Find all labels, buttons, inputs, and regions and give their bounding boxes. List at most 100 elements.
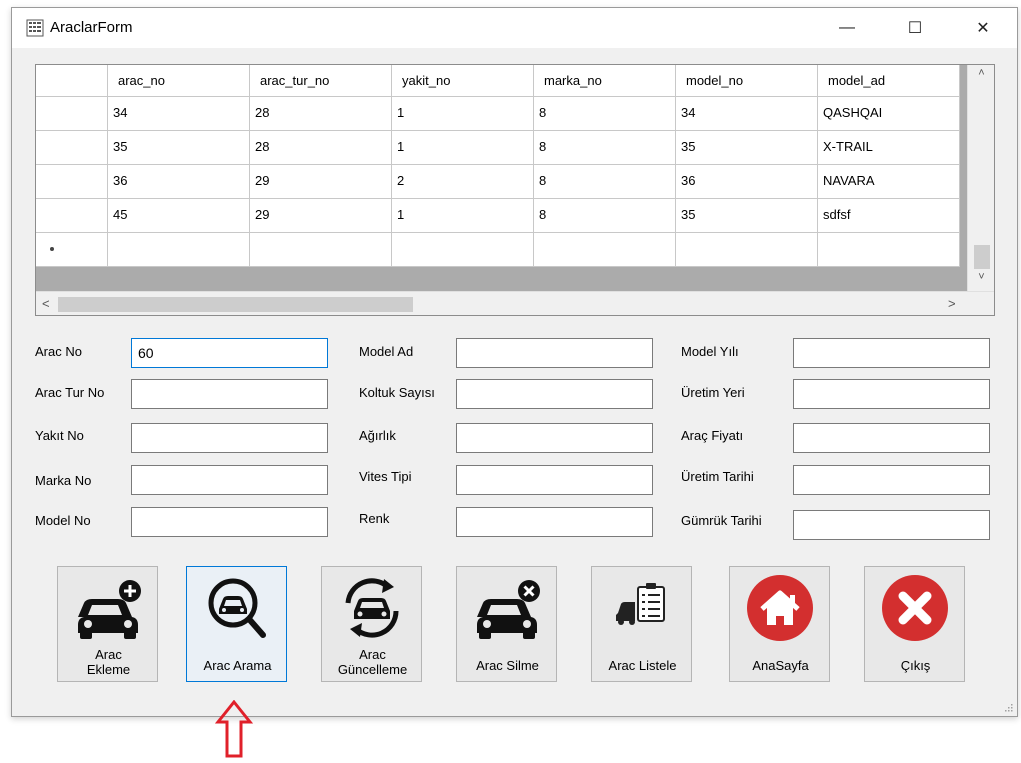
arac-silme-button[interactable]: Arac Silme xyxy=(456,566,557,682)
uretim-tarihi-input[interactable] xyxy=(793,465,990,495)
araclar-form-window: AraclarForm — ☐ ✕ arac_no arac_tur_no ya… xyxy=(11,7,1018,717)
row-header[interactable] xyxy=(36,97,108,131)
uretim-tarihi-label: Üretim Tarihi xyxy=(681,469,754,484)
car-search-icon xyxy=(208,578,266,638)
column-header[interactable]: arac_no xyxy=(108,65,250,97)
arac-fiyati-input[interactable] xyxy=(793,423,990,453)
anasayfa-button[interactable]: AnaSayfa xyxy=(729,566,830,682)
new-row[interactable] xyxy=(36,233,960,267)
table-cell[interactable] xyxy=(108,233,250,267)
vites-tipi-input[interactable] xyxy=(456,465,653,495)
table-cell[interactable]: 1 xyxy=(392,199,534,233)
table-cell[interactable]: 34 xyxy=(108,97,250,131)
model-no-label: Model No xyxy=(35,513,91,528)
new-row-header[interactable] xyxy=(36,233,108,267)
table-row[interactable]: 36 29 2 8 36 NAVARA xyxy=(36,165,960,199)
row-header[interactable] xyxy=(36,199,108,233)
window-title: AraclarForm xyxy=(50,19,133,36)
title-bar: AraclarForm — ☐ ✕ xyxy=(12,8,1017,48)
horizontal-scrollbar[interactable]: < > xyxy=(36,291,994,315)
table-cell[interactable]: X-TRAIL xyxy=(818,131,960,165)
close-window-button[interactable]: ✕ xyxy=(960,8,1006,48)
renk-input[interactable] xyxy=(456,507,653,537)
table-cell[interactable]: NAVARA xyxy=(818,165,960,199)
gumruk-tarihi-input[interactable] xyxy=(793,510,990,540)
table-cell[interactable]: 35 xyxy=(676,199,818,233)
arac-ekleme-button[interactable]: Arac Ekleme xyxy=(57,566,158,682)
row-header-corner[interactable] xyxy=(36,65,108,97)
arac-guncelleme-button[interactable]: Arac Güncelleme xyxy=(321,566,422,682)
table-cell[interactable]: 2 xyxy=(392,165,534,199)
yakit-no-input[interactable] xyxy=(131,423,328,453)
cikis-button[interactable]: Çıkış xyxy=(864,566,965,682)
table-cell[interactable]: 29 xyxy=(250,165,392,199)
table-cell[interactable]: 34 xyxy=(676,97,818,131)
table-cell[interactable]: sdfsf xyxy=(818,199,960,233)
horizontal-scroll-thumb[interactable] xyxy=(58,297,413,312)
close-circle-icon xyxy=(882,575,948,641)
table-cell[interactable]: 36 xyxy=(108,165,250,199)
arac-no-input[interactable] xyxy=(131,338,328,368)
table-cell[interactable]: 8 xyxy=(534,131,676,165)
marka-no-label: Marka No xyxy=(35,473,92,488)
table-cell[interactable] xyxy=(676,233,818,267)
arac-listele-button[interactable]: Arac Listele xyxy=(591,566,692,682)
model-ad-label: Model Ad xyxy=(359,344,414,359)
vertical-scroll-thumb[interactable] xyxy=(974,245,990,269)
resize-grip-icon[interactable] xyxy=(1003,702,1013,712)
scroll-right-button[interactable]: > xyxy=(948,296,956,311)
column-header[interactable]: yakit_no xyxy=(392,65,534,97)
table-cell[interactable]: 8 xyxy=(534,97,676,131)
car-remove-icon xyxy=(477,580,540,639)
table-cell[interactable]: 8 xyxy=(534,165,676,199)
row-header[interactable] xyxy=(36,165,108,199)
table-row[interactable]: 34 28 1 8 34 QASHQAI xyxy=(36,97,960,131)
table-cell[interactable]: 45 xyxy=(108,199,250,233)
model-no-input[interactable] xyxy=(131,507,328,537)
agirlik-label: Ağırlık xyxy=(359,428,396,443)
table-cell[interactable]: 28 xyxy=(250,97,392,131)
maximize-button[interactable]: ☐ xyxy=(892,8,938,48)
gumruk-tarihi-label: Gümrük Tarihi xyxy=(681,513,762,528)
scroll-left-button[interactable]: < xyxy=(42,296,50,311)
table-cell[interactable]: 35 xyxy=(676,131,818,165)
renk-label: Renk xyxy=(359,511,390,526)
table-cell[interactable]: 29 xyxy=(250,199,392,233)
table-row[interactable]: 35 28 1 8 35 X-TRAIL xyxy=(36,131,960,165)
uretim-yeri-input[interactable] xyxy=(793,379,990,409)
table-row[interactable]: 45 29 1 8 35 sdfsf xyxy=(36,199,960,233)
table-cell[interactable] xyxy=(250,233,392,267)
minimize-button[interactable]: — xyxy=(824,8,870,48)
vehicles-data-grid[interactable]: arac_no arac_tur_no yakit_no marka_no mo… xyxy=(35,64,995,316)
column-header[interactable]: model_no xyxy=(676,65,818,97)
koltuk-sayisi-input[interactable] xyxy=(456,379,653,409)
table-cell[interactable] xyxy=(392,233,534,267)
table-cell[interactable] xyxy=(534,233,676,267)
scroll-up-button[interactable]: ˄ xyxy=(968,67,994,85)
marka-no-input[interactable] xyxy=(131,465,328,495)
table-cell[interactable]: 36 xyxy=(676,165,818,199)
column-header[interactable]: marka_no xyxy=(534,65,676,97)
model-yili-label: Model Yılı xyxy=(681,344,739,359)
model-ad-input[interactable] xyxy=(456,338,653,368)
agirlik-input[interactable] xyxy=(456,423,653,453)
table-cell[interactable]: QASHQAI xyxy=(818,97,960,131)
scroll-down-button[interactable]: ˅ xyxy=(968,271,994,289)
table-cell[interactable]: 1 xyxy=(392,97,534,131)
model-yili-input[interactable] xyxy=(793,338,990,368)
column-header[interactable]: arac_tur_no xyxy=(250,65,392,97)
arac-arama-button[interactable]: Arac Arama xyxy=(186,566,287,682)
column-header[interactable]: model_ad xyxy=(818,65,960,97)
vertical-scrollbar[interactable]: ˄ ˅ xyxy=(967,65,994,291)
table-cell[interactable]: 28 xyxy=(250,131,392,165)
grid-icon xyxy=(26,19,44,37)
koltuk-sayisi-label: Koltuk Sayısı xyxy=(359,385,435,400)
row-header[interactable] xyxy=(36,131,108,165)
table-cell[interactable]: 8 xyxy=(534,199,676,233)
arac-no-label: Arac No xyxy=(35,344,82,359)
table-cell[interactable]: 35 xyxy=(108,131,250,165)
table-cell[interactable] xyxy=(818,233,960,267)
table-cell[interactable]: 1 xyxy=(392,131,534,165)
arac-tur-no-input[interactable] xyxy=(131,379,328,409)
home-icon xyxy=(747,575,813,641)
